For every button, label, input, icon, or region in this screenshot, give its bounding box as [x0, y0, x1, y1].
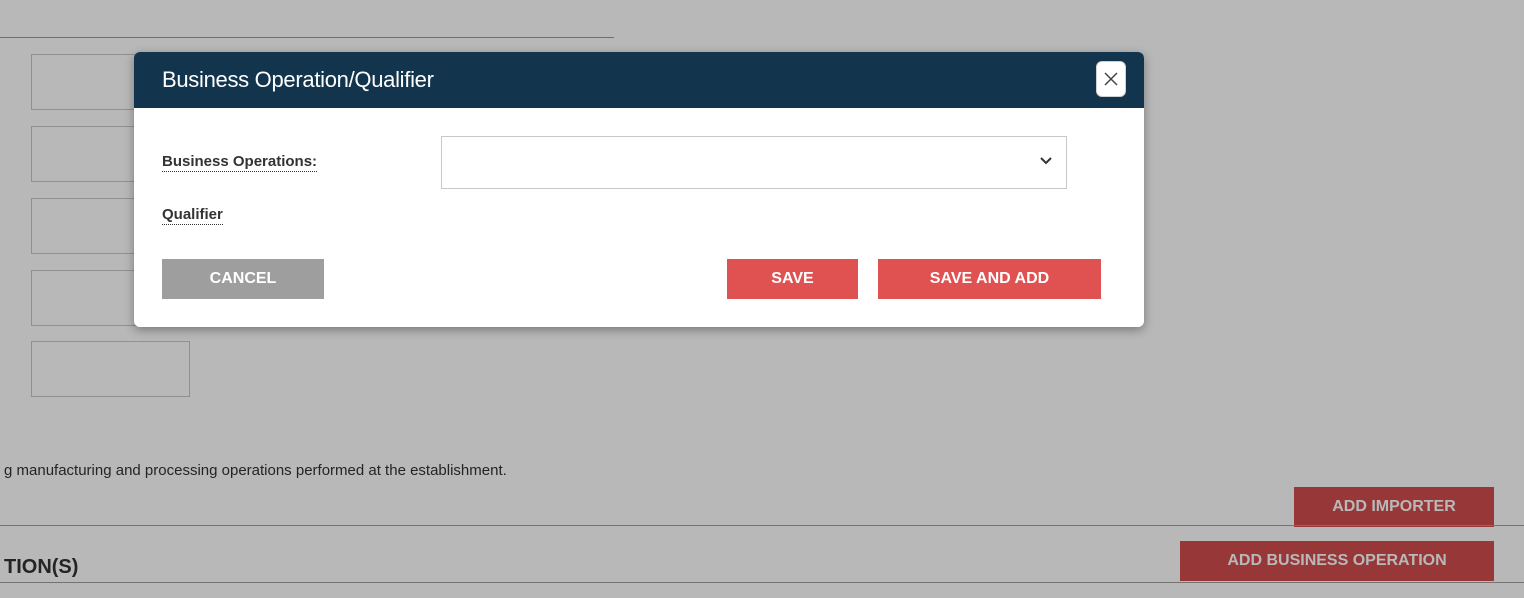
cancel-button[interactable]: CANCEL [162, 259, 324, 299]
chevron-down-icon [1040, 157, 1052, 165]
dialog-title: Business Operation/Qualifier [162, 67, 434, 92]
close-button[interactable] [1096, 61, 1126, 97]
business-operations-label: Business Operations: [162, 153, 318, 172]
close-icon [1104, 72, 1118, 86]
save-button[interactable]: SAVE [727, 259, 858, 299]
dialog-header: Business Operation/Qualifier [134, 52, 1144, 108]
business-operation-dialog: Business Operation/Qualifier Business Op… [134, 52, 1144, 327]
qualifier-label: Qualifier [162, 206, 223, 225]
business-operations-select[interactable] [441, 136, 1067, 189]
save-and-add-button[interactable]: SAVE AND ADD [878, 259, 1101, 299]
